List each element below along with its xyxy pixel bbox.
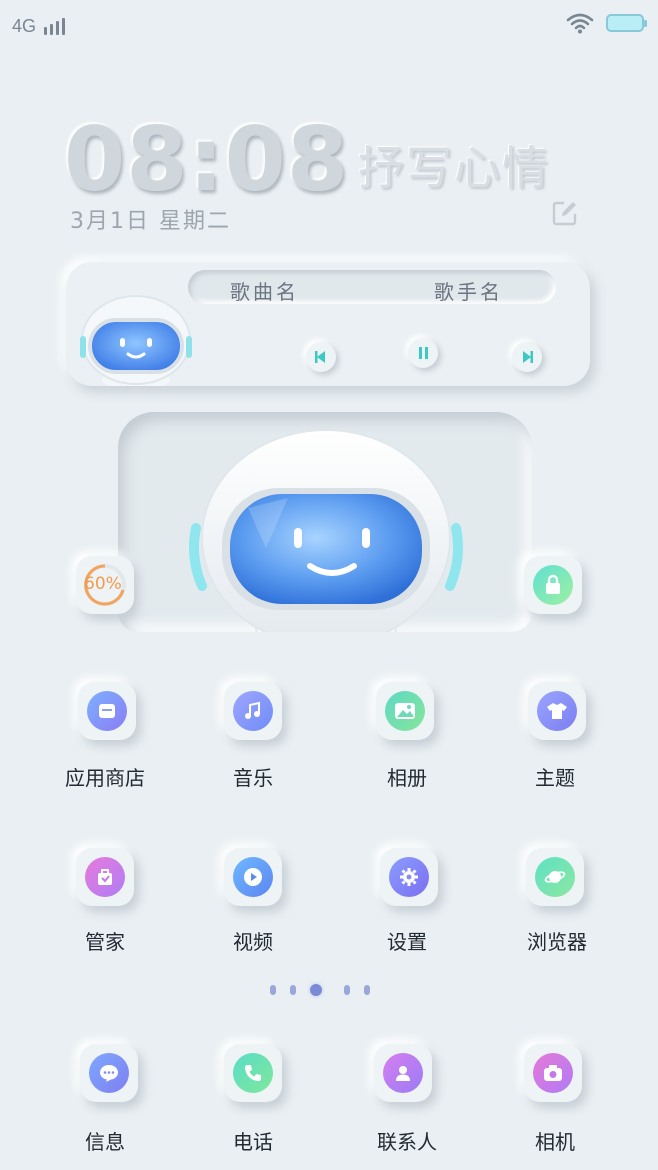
planet-icon: [535, 857, 575, 897]
prev-icon: [315, 351, 325, 363]
network-type: 4G: [12, 16, 37, 36]
lock-icon: [533, 565, 573, 605]
song-name: 歌曲名: [230, 280, 299, 304]
music-note-icon: [233, 691, 273, 731]
gallery-icon: [385, 691, 425, 731]
camera-app-button[interactable]: [524, 1044, 582, 1102]
gallery-app-button[interactable]: [376, 682, 434, 740]
shirt-icon: [537, 691, 577, 731]
mood-text[interactable]: 抒写心情: [358, 132, 550, 198]
page-dot[interactable]: [364, 985, 370, 995]
phone-icon: [233, 1053, 273, 1093]
phone-app-button[interactable]: [224, 1044, 282, 1102]
page-dot[interactable]: [344, 985, 350, 995]
robot-stage: [118, 412, 532, 632]
prev-button[interactable]: [306, 342, 336, 372]
page-indicator[interactable]: [270, 984, 370, 996]
browser-app-button[interactable]: [526, 848, 584, 906]
video-app-label: 视频: [233, 930, 273, 954]
robot-mascot-large: [189, 429, 463, 632]
lock-widget[interactable]: [524, 556, 582, 614]
store-icon: [87, 691, 127, 731]
contacts-app-label: 联系人: [377, 1130, 437, 1154]
app-store-label: 应用商店: [65, 766, 145, 790]
singer-name: 歌手名: [434, 280, 503, 304]
memory-widget[interactable]: 60%: [76, 556, 134, 614]
theme-app-button[interactable]: [528, 682, 586, 740]
wifi-icon: [566, 13, 594, 34]
manager-icon: [85, 857, 125, 897]
contacts-app-button[interactable]: [374, 1044, 432, 1102]
manager-app-button[interactable]: [76, 848, 134, 906]
music-app-label: 音乐: [233, 766, 273, 790]
memory-percent: 60%: [84, 574, 122, 594]
messages-app-label: 信息: [85, 1130, 125, 1154]
clock-time[interactable]: 08:08: [64, 108, 349, 211]
settings-app-button[interactable]: [380, 848, 438, 906]
clock-date: 3月1日 星期二: [70, 209, 231, 234]
battery-icon: [606, 14, 647, 32]
edit-icon[interactable]: [552, 200, 578, 226]
next-icon: [523, 351, 533, 363]
messages-app-button[interactable]: [80, 1044, 138, 1102]
pause-icon: [419, 347, 428, 359]
play-icon: [233, 857, 273, 897]
gallery-app-label: 相册: [387, 766, 427, 790]
settings-app-label: 设置: [387, 930, 427, 954]
gear-icon: [389, 857, 429, 897]
page-dot-active[interactable]: [310, 984, 322, 996]
robot-mascot-small: [80, 295, 192, 386]
page-dot[interactable]: [270, 985, 276, 995]
video-app-button[interactable]: [224, 848, 282, 906]
message-icon: [89, 1053, 129, 1093]
app-store-button[interactable]: [78, 682, 136, 740]
page-dot[interactable]: [290, 985, 296, 995]
signal-icon: [44, 17, 65, 35]
theme-app-label: 主题: [535, 766, 575, 790]
browser-app-label: 浏览器: [527, 930, 587, 954]
next-button[interactable]: [512, 342, 542, 372]
camera-app-label: 相机: [535, 1130, 575, 1154]
music-app-button[interactable]: [224, 682, 282, 740]
camera-icon: [533, 1053, 573, 1093]
phone-app-label: 电话: [233, 1130, 273, 1154]
manager-app-label: 管家: [85, 930, 125, 954]
person-icon: [383, 1053, 423, 1093]
pause-button[interactable]: [408, 338, 438, 368]
